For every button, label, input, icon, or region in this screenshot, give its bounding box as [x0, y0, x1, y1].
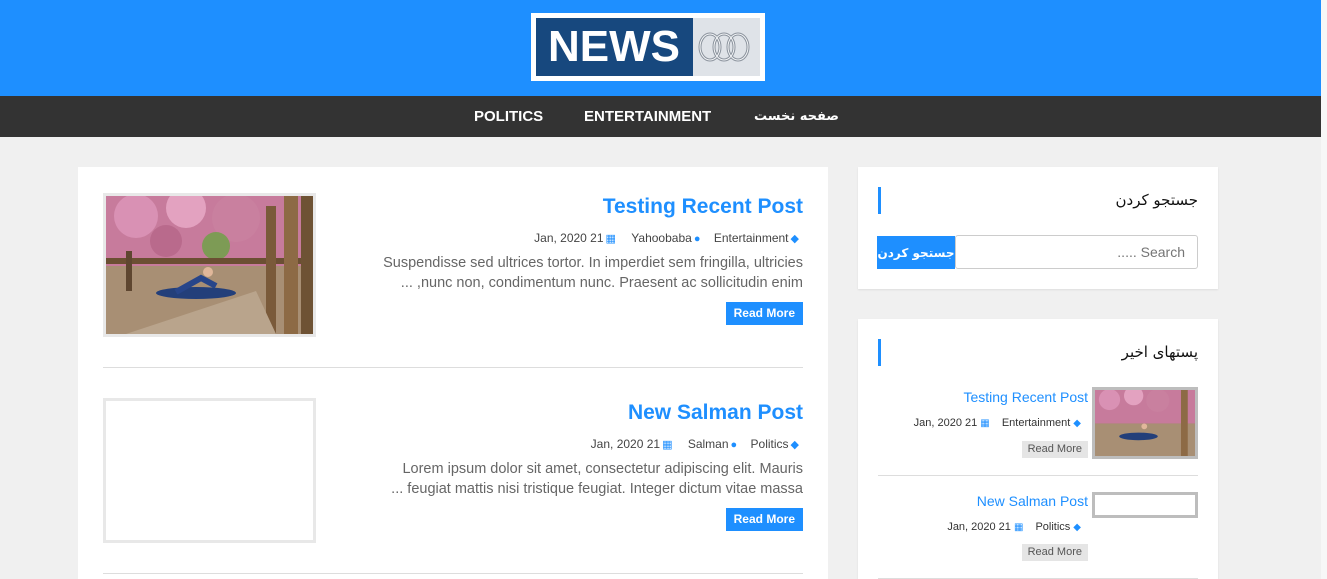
post-date: Jan, 2020 21 [534, 231, 604, 245]
recent-post-meta: Jan, 2020 21 ▦ Entertainment ◆ [914, 417, 1084, 429]
post-thumbnail[interactable] [103, 193, 316, 337]
posts-list: Testing Recent Post Jan, 2020 21 ▦ Yahoob… [78, 167, 828, 579]
post-meta: Jan, 2020 21 ▦ Salman ● Politics ◆ [591, 437, 803, 451]
recent-read-more-button[interactable]: Read More [1021, 441, 1088, 458]
post-excerpt-line: ... ,nunc non, condimentum nunc. Praesen… [400, 275, 803, 291]
recent-post-image-yoga [1095, 390, 1195, 456]
post-date: Jan, 2020 21 [590, 437, 661, 451]
tag-icon: ◆ [1073, 522, 1081, 533]
tag-icon: ◆ [790, 439, 799, 451]
post-divider [103, 367, 803, 368]
search-button[interactable]: جستجو کردن [877, 236, 955, 269]
recent-post-title[interactable]: New Salman Post [977, 493, 1088, 509]
post-excerpt: Lorem ipsum dolor sit amet, consectetur … [353, 459, 803, 499]
calendar-icon: ▦ [980, 418, 990, 429]
abc-lissajous-icon [698, 32, 750, 62]
post-category[interactable]: Politics [751, 437, 789, 451]
site-header: NEWS [0, 0, 1327, 96]
widget-header: جستجو کردن [878, 187, 1198, 214]
recent-post-title[interactable]: Testing Recent Post [963, 389, 1088, 405]
recent-post-thumbnail-empty[interactable] [1092, 492, 1198, 518]
search-input[interactable] [955, 235, 1198, 269]
post-category[interactable]: Entertainment [714, 231, 789, 245]
recent-post-category[interactable]: Entertainment [1002, 417, 1070, 429]
post-excerpt-line: Lorem ipsum dolor sit amet, consectetur … [402, 461, 803, 477]
tag-icon: ◆ [1073, 418, 1081, 429]
post-excerpt-line: ... feugiat mattis nisi tristique feugia… [391, 481, 803, 497]
calendar-icon: ▦ [1013, 522, 1024, 533]
recent-post-date: Jan, 2020 21 [913, 417, 978, 429]
nav-item-politics[interactable]: POLITICS [474, 108, 543, 125]
recent-read-more-button[interactable]: Read More [1021, 544, 1088, 561]
nav-item-entertainment[interactable]: ENTERTAINMENT [584, 108, 711, 125]
user-icon: ● [693, 233, 701, 245]
widget-header: پستهای اخیر [878, 339, 1198, 366]
page-scrollbar[interactable] [1321, 0, 1327, 579]
calendar-icon: ▦ [605, 233, 616, 245]
widget-title: جستجو کردن [1115, 191, 1199, 209]
post-thumbnail-empty[interactable] [103, 398, 316, 543]
calendar-icon: ▦ [662, 439, 673, 451]
logo-inner: NEWS [536, 18, 760, 76]
post-divider [103, 573, 803, 574]
recent-post-category[interactable]: Politics [1035, 521, 1070, 533]
recent-posts-widget: پستهای اخیر Testing Recent Post Jan, 202… [858, 319, 1218, 579]
read-more-button[interactable]: Read More [725, 508, 803, 531]
search-widget: جستجو کردن جستجو کردن [858, 167, 1218, 289]
nav-item-home[interactable]: صفحه نخست [754, 108, 839, 125]
post-meta: Jan, 2020 21 ▦ Yahoobaba ● Entertainment ◆ [534, 231, 803, 245]
widget-title: پستهای اخیر [1121, 343, 1198, 361]
recent-post-thumbnail[interactable] [1092, 387, 1198, 459]
recent-post-date: Jan, 2020 21 [947, 521, 1011, 533]
post-author[interactable]: Yahoobaba [631, 231, 692, 245]
post-excerpt-line: Suspendisse sed ultrices tortor. In impe… [383, 255, 803, 271]
post-title[interactable]: New Salman Post [628, 401, 803, 425]
post-image-yoga [106, 196, 313, 334]
logo-text: NEWS [548, 22, 680, 71]
read-more-button[interactable]: Read More [725, 302, 803, 325]
recent-divider [878, 475, 1198, 476]
main-nav: POLITICS ENTERTAINMENT صفحه نخست [0, 96, 1327, 137]
recent-post-meta: Jan, 2020 21 ▦ Politics ◆ [947, 521, 1084, 533]
user-icon: ● [730, 439, 738, 451]
post-author[interactable]: Salman [688, 437, 729, 451]
post-excerpt: Suspendisse sed ultrices tortor. In impe… [353, 253, 803, 293]
site-logo[interactable]: NEWS [531, 13, 765, 81]
tag-icon: ◆ [790, 233, 799, 245]
post-title[interactable]: Testing Recent Post [603, 195, 803, 219]
